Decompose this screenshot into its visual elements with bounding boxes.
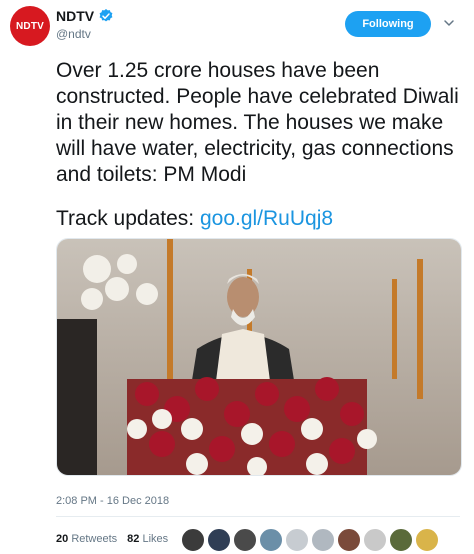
- tweet-photo[interactable]: [56, 238, 462, 476]
- liker-avatar[interactable]: [233, 528, 257, 552]
- track-updates-line: Track updates: goo.gl/RuUqj8: [56, 206, 333, 232]
- tweet-text: Over 1.25 crore houses have been constru…: [56, 59, 465, 186]
- track-updates-label: Track updates:: [56, 207, 200, 230]
- ndtv-logo-text: NDTV: [15, 20, 45, 32]
- retweets-stat[interactable]: 20 Retweets: [56, 533, 117, 545]
- liker-avatar[interactable]: [389, 528, 413, 552]
- liker-avatar[interactable]: [285, 528, 309, 552]
- liker-avatar[interactable]: [363, 528, 387, 552]
- liker-avatar[interactable]: [207, 528, 231, 552]
- tweet-link[interactable]: goo.gl/RuUqj8: [200, 207, 333, 230]
- retweets-count: 20: [56, 533, 69, 545]
- following-button[interactable]: Following: [345, 11, 431, 37]
- liker-avatar[interactable]: [337, 528, 361, 552]
- liker-avatar[interactable]: [259, 528, 283, 552]
- tweet-stats: 20 Retweets 82 Likes: [56, 533, 168, 545]
- photo-speaker-at-podium: [57, 239, 461, 475]
- account-name-row: NDTV: [56, 8, 114, 24]
- likes-stat[interactable]: 82 Likes: [127, 533, 168, 545]
- stats-divider: [56, 516, 460, 517]
- liker-avatar[interactable]: [181, 528, 205, 552]
- likes-count: 82: [127, 533, 140, 545]
- chevron-down-icon[interactable]: [443, 17, 455, 29]
- ndtv-avatar[interactable]: NDTV: [10, 6, 50, 46]
- account-handle[interactable]: @ndtv: [56, 27, 91, 41]
- verified-badge-icon: [99, 9, 113, 22]
- tweet-timestamp[interactable]: 2:08 PM - 16 Dec 2018: [56, 495, 169, 507]
- likes-label: Likes: [142, 533, 169, 545]
- liker-avatar[interactable]: [311, 528, 335, 552]
- liker-avatars: [181, 528, 439, 552]
- display-name[interactable]: NDTV: [56, 8, 94, 24]
- liker-avatar[interactable]: [415, 528, 439, 552]
- retweets-label: Retweets: [71, 533, 118, 545]
